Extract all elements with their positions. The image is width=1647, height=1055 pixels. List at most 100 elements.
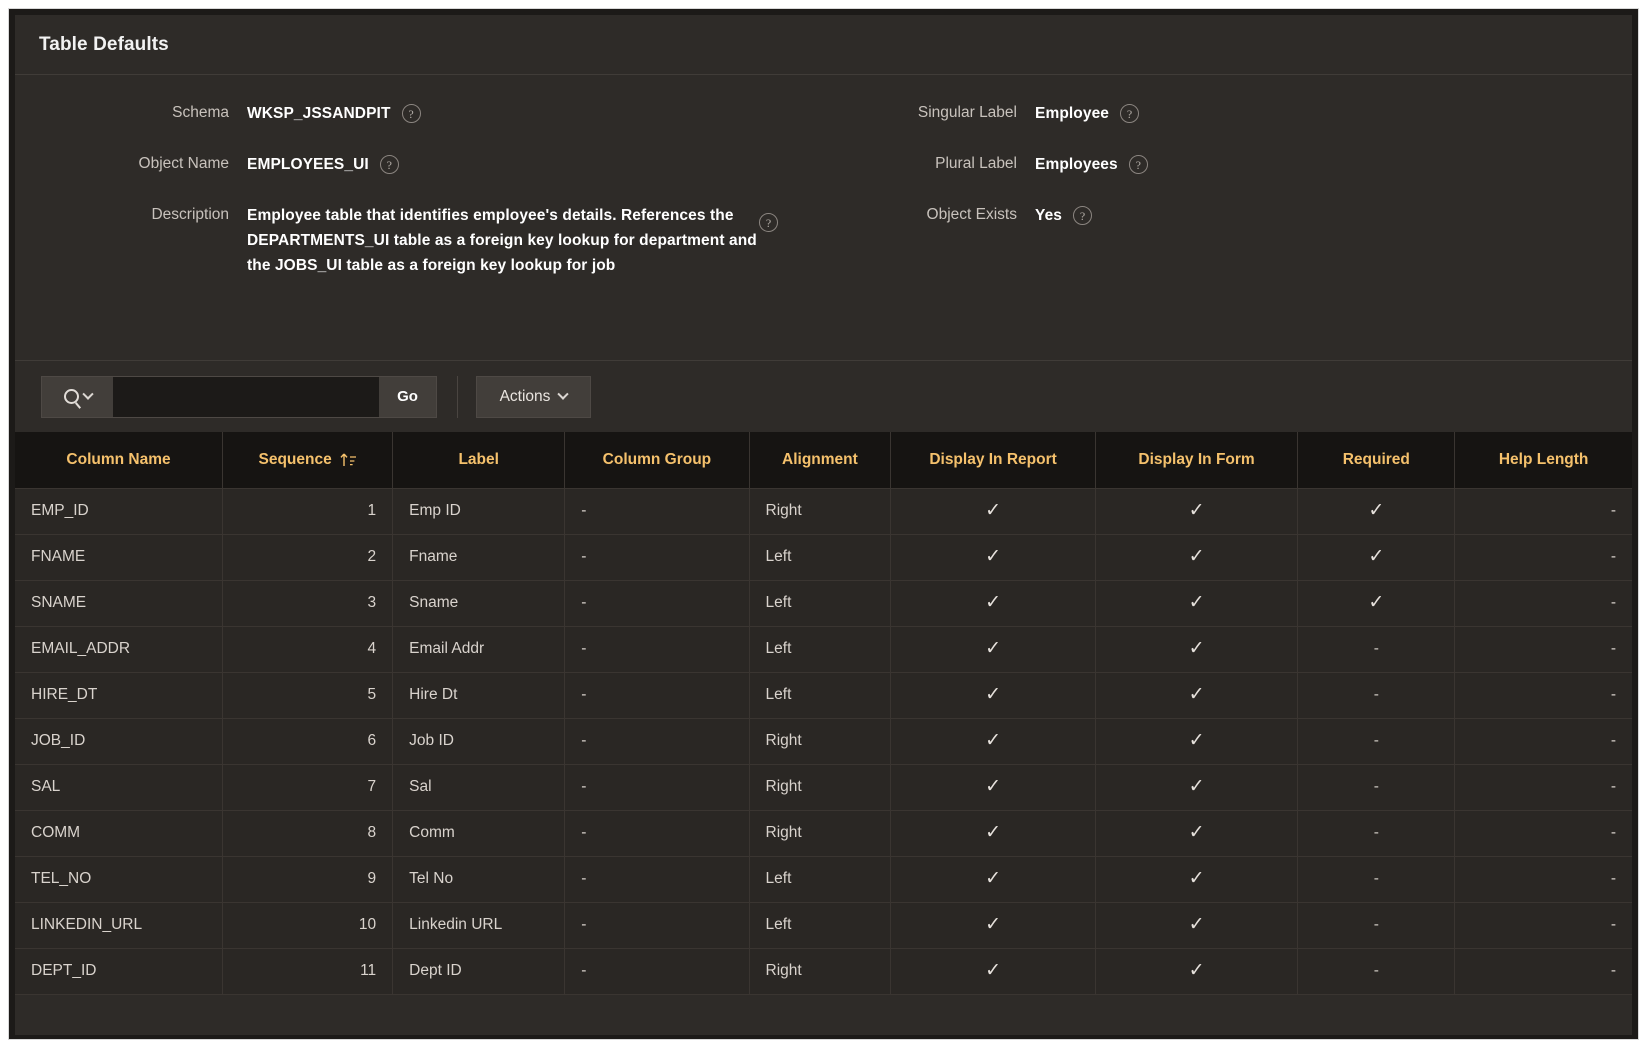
cell-display-in-form: ✓	[1095, 856, 1298, 902]
table-row[interactable]: EMAIL_ADDR4Email Addr-Left✓✓--	[15, 626, 1632, 672]
cell-help-length: -	[1455, 626, 1632, 672]
cell-label: Sname	[393, 580, 565, 626]
cell-sequence: 4	[223, 626, 393, 672]
property-value-wrap-schema: WKSP_JSSANDPIT ?	[247, 101, 421, 126]
search-input[interactable]	[113, 376, 379, 418]
cell-sequence: 3	[223, 580, 393, 626]
cell-sequence: 2	[223, 534, 393, 580]
check-icon: ✓	[1189, 776, 1205, 797]
column-header-alignment[interactable]: Alignment	[749, 432, 891, 488]
cell-sequence: 8	[223, 810, 393, 856]
check-icon: ✓	[985, 822, 1001, 843]
table-row[interactable]: COMM8Comm-Right✓✓--	[15, 810, 1632, 856]
cell-help-length: -	[1455, 764, 1632, 810]
cell-display-in-form: ✓	[1095, 764, 1298, 810]
column-header-display-in-form[interactable]: Display In Form	[1095, 432, 1298, 488]
table-row[interactable]: EMP_ID1Emp ID-Right✓✓✓-	[15, 488, 1632, 534]
column-header-display-in-report[interactable]: Display In Report	[891, 432, 1096, 488]
cell-sequence: 7	[223, 764, 393, 810]
cell-display-in-form: ✓	[1095, 672, 1298, 718]
cell-label: Emp ID	[393, 488, 565, 534]
cell-display-in-report: ✓	[891, 810, 1096, 856]
property-value-object-name: EMPLOYEES_UI	[247, 152, 369, 177]
cell-column-name[interactable]: COMM	[15, 810, 223, 856]
cell-display-in-form: ✓	[1095, 580, 1298, 626]
table-row[interactable]: HIRE_DT5Hire Dt-Left✓✓--	[15, 672, 1632, 718]
table-row[interactable]: SNAME3Sname-Left✓✓✓-	[15, 580, 1632, 626]
help-icon-singular-label[interactable]: ?	[1120, 104, 1139, 123]
table-row[interactable]: TEL_NO9Tel No-Left✓✓--	[15, 856, 1632, 902]
table-row[interactable]: JOB_ID6Job ID-Right✓✓--	[15, 718, 1632, 764]
cell-alignment: Left	[749, 672, 891, 718]
cell-column-name[interactable]: SAL	[15, 764, 223, 810]
column-header-label[interactable]: Label	[393, 432, 565, 488]
cell-column-name[interactable]: EMP_ID	[15, 488, 223, 534]
check-icon: ✓	[1368, 546, 1384, 567]
cell-required: -	[1298, 810, 1455, 856]
cell-required: -	[1298, 948, 1455, 994]
column-header-sequence-label: Sequence	[258, 451, 331, 469]
table-row[interactable]: LINKEDIN_URL10Linkedin URL-Left✓✓--	[15, 902, 1632, 948]
chevron-down-icon	[558, 388, 569, 399]
check-icon: ✓	[1189, 822, 1205, 843]
check-icon: ✓	[985, 730, 1001, 751]
property-value-plural-label: Employees	[1035, 152, 1118, 177]
cell-display-in-report: ✓	[891, 488, 1096, 534]
help-icon-schema[interactable]: ?	[402, 104, 421, 123]
help-icon-plural-label[interactable]: ?	[1129, 155, 1148, 174]
cell-sequence: 1	[223, 488, 393, 534]
cell-column-group: -	[565, 672, 749, 718]
table-defaults-panel: Table Defaults Schema WKSP_JSSANDPIT ? O…	[15, 15, 1632, 1035]
property-value-schema: WKSP_JSSANDPIT	[247, 101, 391, 126]
cell-column-group: -	[565, 488, 749, 534]
property-value-description: Employee table that identifies employee'…	[247, 203, 759, 278]
table-row[interactable]: SAL7Sal-Right✓✓--	[15, 764, 1632, 810]
table-row[interactable]: FNAME2Fname-Left✓✓✓-	[15, 534, 1632, 580]
cell-column-name[interactable]: JOB_ID	[15, 718, 223, 764]
search-icon	[64, 389, 79, 404]
column-header-column-group[interactable]: Column Group	[565, 432, 749, 488]
property-schema: Schema WKSP_JSSANDPIT ?	[15, 101, 845, 126]
properties-column-right: Singular Label Employee ? Plural Label E…	[845, 101, 1545, 254]
column-header-help-length[interactable]: Help Length	[1455, 432, 1632, 488]
column-header-column-name[interactable]: Column Name	[15, 432, 223, 488]
cell-column-name[interactable]: TEL_NO	[15, 856, 223, 902]
table-properties: Schema WKSP_JSSANDPIT ? Object Name EMPL…	[15, 75, 1632, 360]
cell-column-name[interactable]: FNAME	[15, 534, 223, 580]
empty-value: -	[1374, 916, 1379, 933]
help-icon-description[interactable]: ?	[759, 213, 778, 232]
go-button[interactable]: Go	[379, 376, 437, 418]
cell-display-in-form: ✓	[1095, 810, 1298, 856]
help-icon-object-name[interactable]: ?	[380, 155, 399, 174]
property-value-wrap-object-name: EMPLOYEES_UI ?	[247, 152, 399, 177]
cell-alignment: Right	[749, 810, 891, 856]
report-toolbar: Go Actions	[15, 360, 1632, 432]
cell-column-name[interactable]: SNAME	[15, 580, 223, 626]
check-icon: ✓	[1189, 960, 1205, 981]
actions-button[interactable]: Actions	[476, 376, 591, 418]
cell-column-name[interactable]: DEPT_ID	[15, 948, 223, 994]
search-column-dropdown[interactable]	[41, 376, 113, 418]
cell-label: Fname	[393, 534, 565, 580]
cell-column-name[interactable]: EMAIL_ADDR	[15, 626, 223, 672]
cell-column-group: -	[565, 856, 749, 902]
table-row[interactable]: DEPT_ID11Dept ID-Right✓✓--	[15, 948, 1632, 994]
property-value-wrap-singular-label: Employee ?	[1035, 101, 1139, 126]
cell-help-length: -	[1455, 718, 1632, 764]
property-label-object-name: Object Name	[15, 152, 247, 173]
check-icon: ✓	[1189, 546, 1205, 567]
cell-sequence: 10	[223, 902, 393, 948]
properties-column-left: Schema WKSP_JSSANDPIT ? Object Name EMPL…	[15, 101, 845, 305]
column-header-sequence[interactable]: Sequence	[223, 432, 393, 488]
help-icon-object-exists[interactable]: ?	[1073, 206, 1092, 225]
check-icon: ✓	[1189, 500, 1205, 521]
property-value-wrap-description: Employee table that identifies employee'…	[247, 203, 778, 278]
cell-label: Hire Dt	[393, 672, 565, 718]
check-icon: ✓	[1189, 868, 1205, 889]
check-icon: ✓	[1368, 500, 1384, 521]
cell-column-name[interactable]: HIRE_DT	[15, 672, 223, 718]
cell-column-name[interactable]: LINKEDIN_URL	[15, 902, 223, 948]
check-icon: ✓	[985, 684, 1001, 705]
column-header-required[interactable]: Required	[1298, 432, 1455, 488]
page-title: Table Defaults	[39, 34, 169, 56]
